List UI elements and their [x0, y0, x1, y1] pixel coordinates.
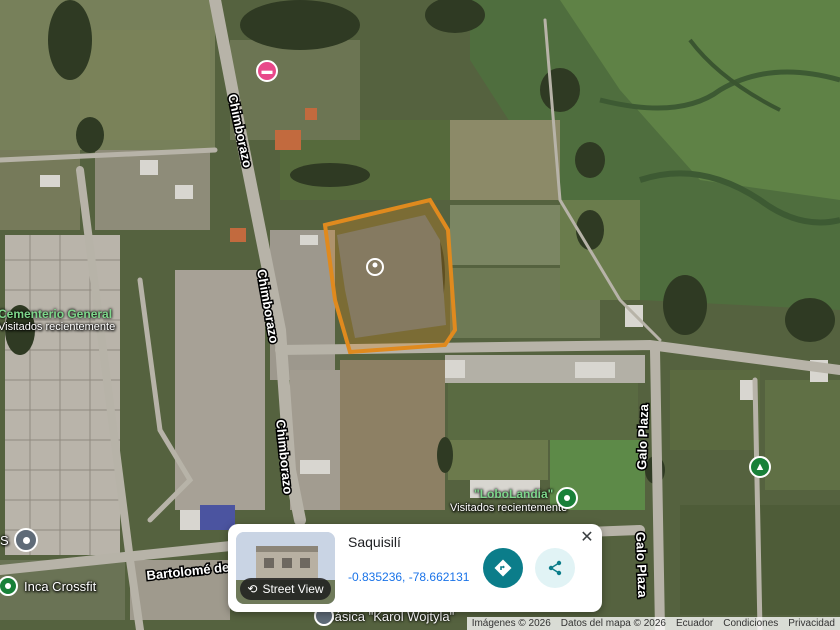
place-label-inca-crossfit[interactable]: Inca Crossfit: [24, 579, 96, 594]
place-dot-icon: [22, 536, 30, 544]
road-label-galo-plaza-2: Galo Plaza: [633, 532, 650, 599]
terms-link[interactable]: Condiciones: [718, 617, 784, 630]
privacy-link[interactable]: Privacidad: [783, 617, 840, 630]
place-dot-icon: [564, 495, 570, 501]
place-info-card[interactable]: ⟲ Street View Saquisilí -0.835236, -78.6…: [228, 524, 602, 612]
map-data-credit[interactable]: Datos del mapa © 2026: [555, 617, 671, 630]
hotel-pin[interactable]: ▬: [256, 60, 278, 82]
place-dot-icon: [5, 583, 11, 589]
lobolandia-pin[interactable]: [556, 487, 578, 509]
map-attribution-bar: Imágenes © 2026 Datos del mapa © 2026 Ec…: [466, 617, 840, 630]
place-title: Saquisilí: [348, 534, 401, 550]
directions-icon: [494, 559, 512, 577]
close-icon[interactable]: ✕: [578, 528, 596, 546]
bed-icon: ▬: [261, 64, 273, 77]
park-pin[interactable]: ▲: [749, 456, 771, 478]
place-label-edge-s: S: [0, 533, 9, 548]
tree-icon: ▲: [754, 460, 766, 473]
street-view-label: Street View: [262, 582, 324, 596]
street-view-thumbnail[interactable]: ⟲ Street View: [236, 532, 335, 604]
edge-place-pin[interactable]: [14, 528, 38, 552]
share-icon: [548, 560, 562, 576]
street-view-icon: ⟲: [247, 582, 258, 596]
place-sub-lobolandia: Visitados recientemente: [450, 502, 568, 514]
imagery-credit: Imágenes © 2026: [466, 617, 556, 630]
directions-button[interactable]: [483, 548, 523, 588]
share-button[interactable]: [535, 548, 575, 588]
place-coordinates[interactable]: -0.835236, -78.662131: [348, 570, 469, 584]
road-label-galo-plaza-1: Galo Plaza: [634, 403, 651, 470]
country-label: Ecuador: [671, 617, 719, 630]
place-sub-cementerio: Visitados recientemente: [0, 321, 116, 333]
place-label-cementerio[interactable]: Cementerio General: [0, 307, 112, 321]
place-label-lobolandia[interactable]: "LoboLandia": [474, 487, 553, 501]
street-view-button[interactable]: ⟲ Street View: [240, 578, 331, 600]
